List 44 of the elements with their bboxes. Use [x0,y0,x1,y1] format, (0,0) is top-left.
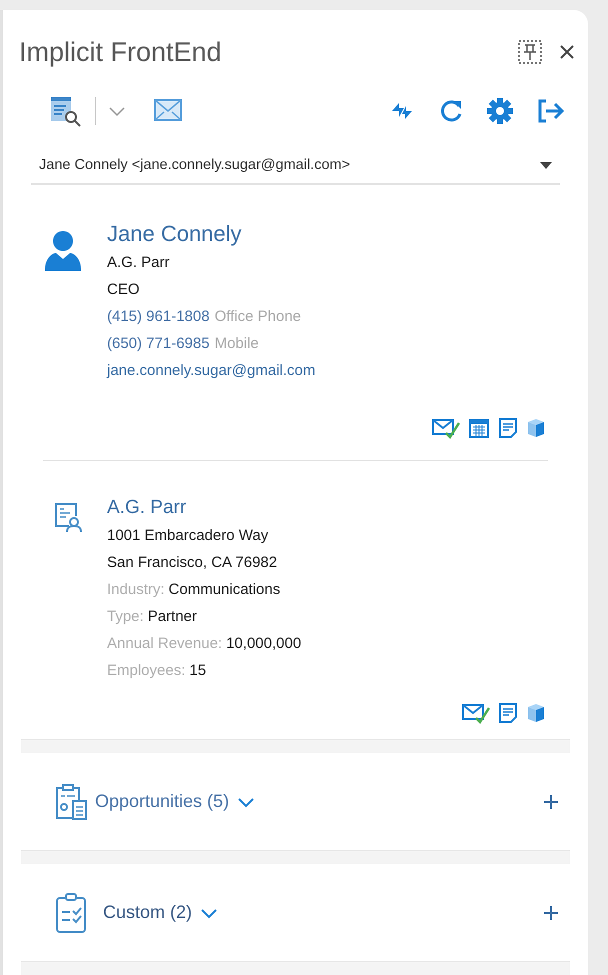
account-card-icon [53,502,83,534]
add-icon[interactable] [544,906,558,920]
note-icon[interactable] [498,417,518,440]
address-line: 1001 Embarcadero Way [107,526,270,546]
contact-dropdown[interactable]: Jane Connely <jane.connely.sugar@gmail.com> [31,148,560,186]
field-label: Industry: [107,580,165,600]
note-icon[interactable] [498,702,518,724]
chevron-down-icon [200,906,218,919]
phone-number[interactable]: (650) 771-6985 [107,330,210,358]
clipboard-checklist-icon [55,892,87,934]
cube-icon[interactable] [526,417,546,440]
field-label: Employees: [107,661,186,682]
chevron-down-icon [237,796,256,808]
field-value: Partner [148,607,197,628]
envelope-check-icon[interactable] [432,417,460,440]
contact-name[interactable]: Jane Connely [107,219,548,250]
add-icon[interactable] [544,794,558,809]
address-line: San Francisco, CA 76982 [107,553,278,574]
envelope-check-icon[interactable] [462,702,490,724]
field-label: Annual Revenue: [107,634,222,654]
chevron-down-icon[interactable] [108,104,126,116]
clipboard-chart-icon [55,782,89,821]
account-name[interactable]: A.G. Parr [107,494,548,522]
settings-icon[interactable] [486,96,514,124]
window-title: Implicit FrontEnd [19,36,222,69]
field-value: Communications [168,580,280,600]
calendar-icon[interactable] [468,417,490,440]
contact-company: A.G. Parr [107,253,171,274]
field-value: 15 [189,661,206,682]
field-label: Type: [107,607,144,628]
contact-title: CEO [107,280,141,300]
cube-icon[interactable] [526,702,546,724]
section-toggle[interactable]: Custom (2) [103,899,218,926]
phone-number[interactable]: (415) 961-1808 [107,303,210,330]
sign-out-icon[interactable] [536,96,566,124]
email-link[interactable]: jane.connely.sugar@gmail.com [107,357,548,384]
field-value: 10,000,000 [226,634,302,654]
phone-label: Office Phone [214,307,302,328]
close-icon[interactable] [560,45,574,60]
phone-label: Mobile [214,334,259,354]
pin-icon[interactable] [518,40,542,64]
section-toggle[interactable]: Opportunities (5) [95,788,256,816]
record-search-icon[interactable] [49,94,83,126]
caret-icon [540,162,552,170]
